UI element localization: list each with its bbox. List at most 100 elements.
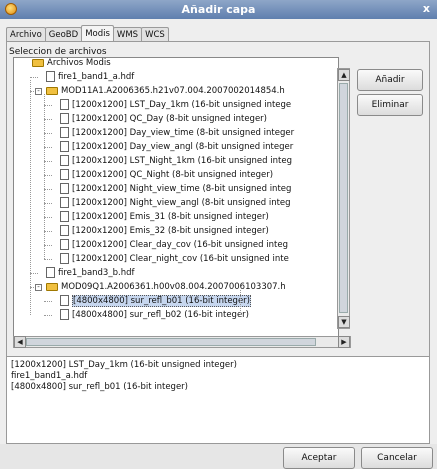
- scroll-down-icon[interactable]: ▼: [338, 316, 350, 328]
- tree-row[interactable]: [1200x1200] Night_view_angl (8-bit unsig…: [60, 196, 291, 210]
- tree-row-label: [1200x1200] QC_Night (8-bit unsigned int…: [72, 170, 274, 180]
- tree-connector: [44, 175, 52, 176]
- tree-row[interactable]: [1200x1200] Clear_day_cov (16-bit unsign…: [60, 238, 288, 252]
- tab-geobd[interactable]: GeoBD: [44, 27, 83, 42]
- close-icon[interactable]: x: [423, 2, 430, 15]
- tree-row-label: [1200x1200] Night_view_angl (8-bit unsig…: [72, 198, 291, 208]
- file-icon: [60, 113, 69, 124]
- tree-connector: [44, 231, 52, 232]
- tree-row-label: Archivos Modis: [47, 58, 111, 68]
- scroll-left-icon[interactable]: ◀: [14, 336, 26, 348]
- file-icon: [60, 183, 69, 194]
- file-icon: [60, 239, 69, 250]
- file-icon: [60, 211, 69, 222]
- tree-row-label: [1200x1200] Clear_night_cov (16-bit unsi…: [72, 254, 289, 264]
- scroll-up-icon[interactable]: ▲: [338, 69, 350, 81]
- tree-connector: [44, 217, 52, 218]
- tree-connector: [44, 245, 52, 246]
- tab-modis[interactable]: Modis: [81, 25, 114, 42]
- add-button[interactable]: Añadir: [357, 69, 423, 91]
- tree-row[interactable]: [1200x1200] Night_view_time (8-bit unsig…: [60, 182, 291, 196]
- folder-icon: [46, 282, 58, 291]
- tree-row-label: MOD11A1.A2006365.h21v07.004.200700201485…: [61, 86, 285, 96]
- file-icon: [60, 197, 69, 208]
- tree-connector: [44, 147, 52, 148]
- tree-row-label: [1200x1200] Emis_31 (8-bit unsigned inte…: [72, 212, 269, 222]
- tree-connector: [44, 315, 52, 316]
- accept-button[interactable]: Aceptar: [283, 447, 355, 469]
- tree-row-label: fire1_band3_b.hdf: [58, 268, 135, 278]
- tree-connector: [44, 259, 52, 260]
- collapse-icon[interactable]: -: [35, 284, 42, 291]
- tree-row-label: [1200x1200] LST_Night_1km (16-bit unsign…: [72, 156, 292, 166]
- tree-connector: [44, 161, 52, 162]
- tree-row-label: [1200x1200] QC_Day (8-bit unsigned integ…: [72, 114, 267, 124]
- tree-row[interactable]: [1200x1200] Emis_31 (8-bit unsigned inte…: [60, 210, 269, 224]
- tree-row[interactable]: fire1_band3_b.hdf: [46, 266, 134, 280]
- file-icon: [60, 295, 69, 306]
- selected-layer-item: [1200x1200] LST_Day_1km (16-bit unsigned…: [11, 360, 237, 370]
- tree-connector: [30, 77, 38, 78]
- tree-row-label: MOD09Q1.A2006361.h00v08.004.200700610330…: [61, 282, 286, 292]
- collapse-icon[interactable]: -: [35, 88, 42, 95]
- tree-row[interactable]: [1200x1200] Clear_night_cov (16-bit unsi…: [60, 252, 289, 266]
- selected-layers-list: [1200x1200] LST_Day_1km (16-bit unsigned…: [6, 356, 430, 444]
- tree-connector: [44, 133, 52, 134]
- tree-row-label: fire1_band1_a.hdf: [58, 72, 135, 82]
- folder-icon: [46, 86, 58, 95]
- tree-row[interactable]: [1200x1200] QC_Day (8-bit unsigned integ…: [60, 112, 267, 126]
- tree-connector: [44, 105, 52, 106]
- window-title: Añadir capa: [181, 3, 256, 16]
- panel-label: Seleccion de archivos: [8, 47, 108, 57]
- tree-row[interactable]: MOD11A1.A2006365.h21v07.004.200700201485…: [46, 84, 285, 98]
- horizontal-scrollbar[interactable]: ◀ ▶: [13, 336, 351, 348]
- tree-row[interactable]: fire1_band1_a.hdf: [46, 70, 134, 84]
- tab-wms[interactable]: WMS: [112, 27, 143, 42]
- tree-row-label: [1200x1200] Clear_day_cov (16-bit unsign…: [72, 240, 288, 250]
- file-icon: [60, 141, 69, 152]
- file-icon: [60, 253, 69, 264]
- file-icon: [60, 169, 69, 180]
- vertical-scrollbar[interactable]: ▲ ▼: [337, 68, 350, 329]
- selected-layer-item: [4800x4800] sur_refl_b01 (16-bit integer…: [11, 382, 188, 392]
- vertical-scroll-thumb[interactable]: [339, 83, 348, 313]
- cancel-button[interactable]: Cancelar: [361, 447, 433, 469]
- tree-row[interactable]: [1200x1200] Emis_32 (8-bit unsigned inte…: [60, 224, 269, 238]
- tree-row-label: [1200x1200] Night_view_time (8-bit unsig…: [72, 184, 292, 194]
- tree-row-label: [1200x1200] Day_view_angl (8-bit unsigne…: [72, 142, 294, 152]
- selected-layer-item: fire1_band1_a.hdf: [11, 371, 88, 381]
- title-bar: Añadir capa x: [0, 0, 437, 19]
- tree-row-label: [4800x4800] sur_refl_b01 (16-bit integer…: [72, 295, 251, 307]
- file-tree[interactable]: Archivos Modis fire1_band1_a.hdf - MOD11A1.…: [13, 57, 339, 337]
- file-icon: [60, 155, 69, 166]
- tree-row[interactable]: [1200x1200] QC_Night (8-bit unsigned int…: [60, 168, 273, 182]
- tab-archivo[interactable]: Archivo: [6, 27, 46, 42]
- tree-connector: [240, 290, 241, 315]
- file-icon: [60, 99, 69, 110]
- tree-row[interactable]: [1200x1200] LST_Night_1km (16-bit unsign…: [60, 154, 292, 168]
- tree-row-label: [1200x1200] Day_view_time (8-bit unsigne…: [72, 128, 295, 138]
- folder-icon: [32, 58, 44, 67]
- tree-row[interactable]: MOD09Q1.A2006361.h00v08.004.200700610330…: [46, 280, 286, 294]
- tree-row[interactable]: [4800x4800] sur_refl_b02 (16-bit integer…: [60, 308, 249, 322]
- tree-row-label: [1200x1200] Emis_32 (8-bit unsigned inte…: [72, 226, 269, 236]
- tree-connector: [30, 273, 38, 274]
- tree-row[interactable]: [1200x1200] Day_view_time (8-bit unsigne…: [60, 126, 294, 140]
- scroll-right-icon[interactable]: ▶: [338, 336, 350, 348]
- tree-row-label: [4800x4800] sur_refl_b02 (16-bit integer…: [72, 310, 249, 320]
- horizontal-scroll-thumb[interactable]: [26, 338, 316, 346]
- file-icon: [60, 127, 69, 138]
- remove-button[interactable]: Eliminar: [357, 94, 423, 116]
- tree-row[interactable]: [1200x1200] Day_view_angl (8-bit unsigne…: [60, 140, 293, 154]
- file-icon: [46, 267, 55, 278]
- tree-row[interactable]: [1200x1200] LST_Day_1km (16-bit unsigned…: [60, 98, 291, 112]
- file-icon: [60, 225, 69, 236]
- tree-connector: [44, 189, 52, 190]
- tree-row[interactable]: [4800x4800] sur_refl_b01 (16-bit integer…: [60, 294, 251, 308]
- tree-connector: [44, 203, 52, 204]
- tree-row-label: [1200x1200] LST_Day_1km (16-bit unsigned…: [72, 100, 292, 110]
- tree-connector: [30, 80, 31, 315]
- tree-row[interactable]: Archivos Modis: [32, 58, 111, 70]
- tree-connector: [44, 94, 45, 259]
- tab-wcs[interactable]: WCS: [141, 27, 169, 42]
